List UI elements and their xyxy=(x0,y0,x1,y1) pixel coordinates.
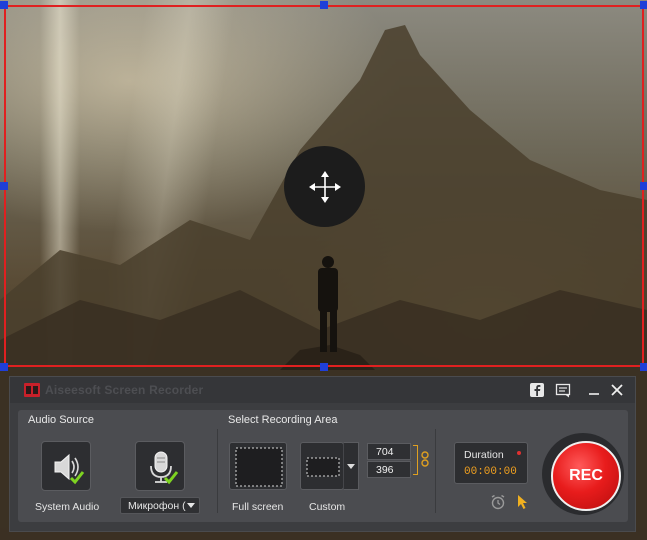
recording-area-label: Select Recording Area xyxy=(228,414,338,426)
system-audio-button[interactable] xyxy=(41,441,91,491)
resize-handle-top-right[interactable] xyxy=(640,1,647,9)
duration-label: Duration xyxy=(464,449,504,461)
custom-area-dropdown[interactable] xyxy=(343,442,359,490)
aspect-bracket xyxy=(413,445,418,475)
resize-handle-bottom-right[interactable] xyxy=(640,363,647,371)
microphone-button[interactable] xyxy=(135,441,185,491)
recording-dot-icon xyxy=(517,451,521,455)
microphone-select[interactable]: Микрофон ( xyxy=(120,497,200,514)
close-icon[interactable] xyxy=(609,382,625,398)
microphone-select-value: Микрофон ( xyxy=(128,500,186,512)
chevron-down-icon xyxy=(347,464,355,469)
custom-label: Custom xyxy=(309,501,346,513)
system-audio-label: System Audio xyxy=(35,501,100,513)
title-bar[interactable]: Aiseesoft Screen Recorder xyxy=(10,377,635,403)
recorder-panel: Aiseesoft Screen Recorder Audio Source S… xyxy=(9,376,636,532)
app-logo-icon xyxy=(24,383,40,397)
rec-button[interactable]: REC xyxy=(551,441,621,511)
app-title: Aiseesoft Screen Recorder xyxy=(45,383,204,397)
resize-handle-top[interactable] xyxy=(320,1,328,9)
cursor-icon[interactable] xyxy=(515,494,531,510)
resize-handle-left[interactable] xyxy=(0,182,8,190)
full-screen-button[interactable] xyxy=(229,442,287,490)
alarm-clock-icon[interactable] xyxy=(490,494,506,510)
custom-area-icon xyxy=(306,457,340,477)
move-area-button[interactable] xyxy=(284,146,365,227)
minimize-icon[interactable] xyxy=(586,382,602,398)
resize-handle-top-left[interactable] xyxy=(0,1,8,9)
move-arrows-icon xyxy=(308,170,341,203)
facebook-icon[interactable] xyxy=(529,382,545,398)
divider xyxy=(435,429,436,513)
resize-handle-bottom[interactable] xyxy=(320,363,328,371)
resize-handle-bottom-left[interactable] xyxy=(0,363,8,371)
chevron-down-icon xyxy=(187,503,195,508)
link-ratio-icon[interactable] xyxy=(420,451,430,467)
width-input[interactable] xyxy=(367,443,411,460)
custom-area-button[interactable] xyxy=(300,442,344,490)
full-screen-icon xyxy=(235,447,283,487)
height-input[interactable] xyxy=(367,461,411,478)
full-screen-label: Full screen xyxy=(232,501,284,513)
resize-handle-right[interactable] xyxy=(640,182,647,190)
rec-button-label: REC xyxy=(569,467,603,484)
duration-box: Duration 00:00:00 xyxy=(454,442,528,484)
speaker-icon xyxy=(54,453,85,485)
divider xyxy=(217,429,218,513)
microphone-icon xyxy=(150,451,179,485)
audio-source-label: Audio Source xyxy=(28,414,95,426)
duration-time: 00:00:00 xyxy=(464,466,517,478)
feedback-icon[interactable] xyxy=(555,382,571,398)
